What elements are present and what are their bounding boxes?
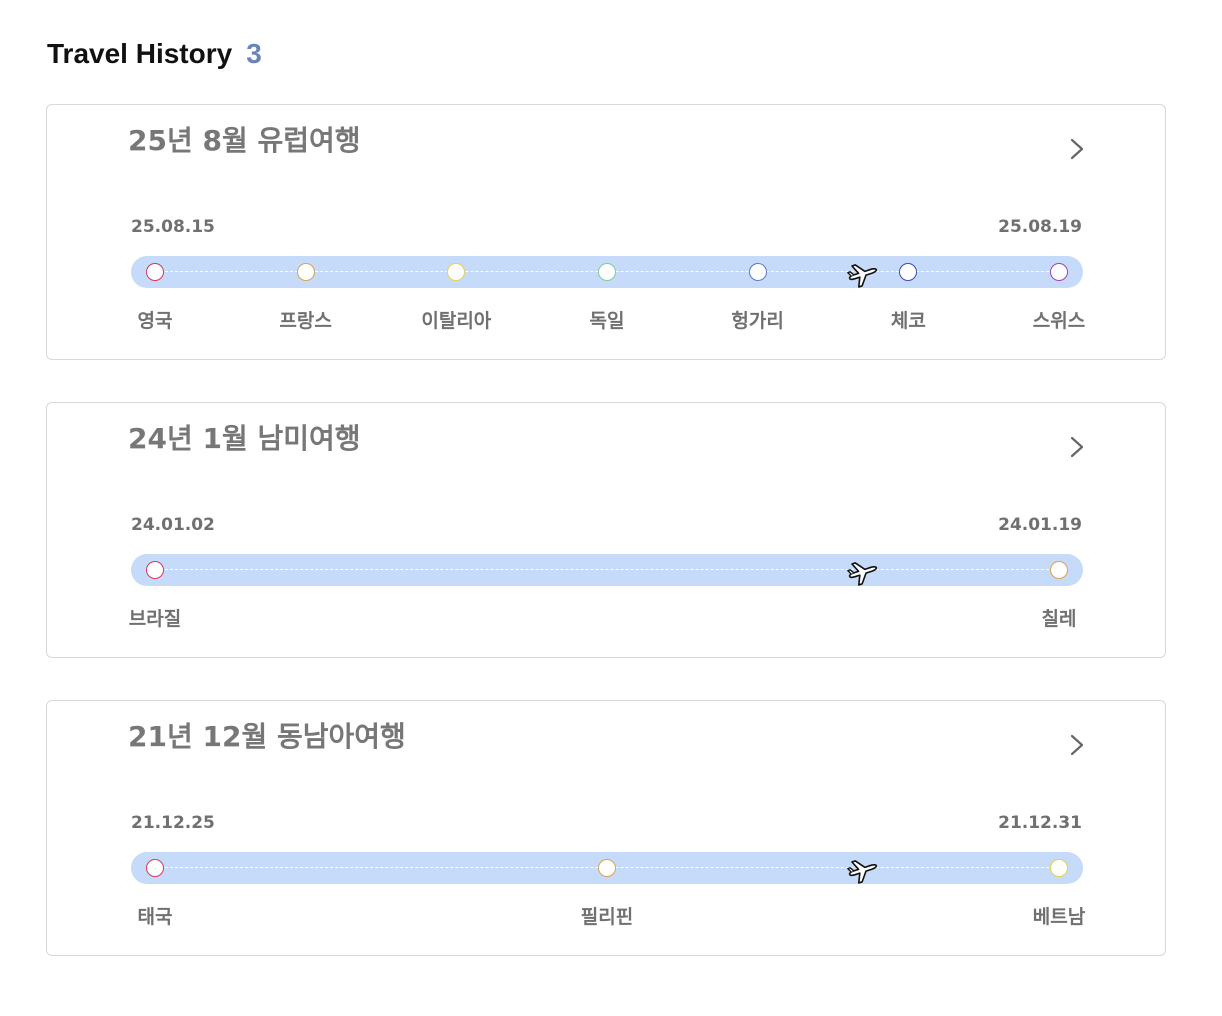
route-stop-city: 브라질	[128, 608, 182, 630]
airplane-icon	[846, 557, 880, 587]
chevron-right-icon[interactable]	[1063, 135, 1091, 163]
route-stop-city: 베트남	[1032, 906, 1086, 928]
route-stop-marker	[598, 859, 616, 877]
trip-title: 25년 8월 유럽여행	[128, 124, 361, 157]
trip-route-track	[131, 554, 1083, 586]
route-stop-city: 체코	[890, 310, 926, 332]
route-stop-city: 영국	[137, 310, 173, 332]
page-header: Travel History 3	[47, 38, 262, 74]
trip-title: 21년 12월 동남아여행	[128, 720, 406, 753]
trip-start-date: 25.08.15	[131, 217, 215, 237]
route-stop-marker	[1050, 561, 1068, 579]
route-stop-city: 태국	[137, 906, 173, 928]
trip-start-date: 24.01.02	[131, 515, 215, 535]
trip-card[interactable]: 21년 12월 동남아여행 21.12.25 21.12.31 태국 필리핀 베트남	[46, 700, 1166, 956]
route-stop-marker	[146, 859, 164, 877]
route-stop-marker	[598, 263, 616, 281]
route-stop-city: 칠레	[1041, 608, 1077, 630]
route-stop-marker	[1050, 263, 1068, 281]
trip-end-date: 24.01.19	[998, 515, 1082, 535]
route-stop-city: 스위스	[1032, 310, 1086, 332]
route-stop-marker	[146, 561, 164, 579]
route-stop-city: 독일	[589, 310, 625, 332]
trip-route-track	[131, 256, 1083, 288]
trip-end-date: 21.12.31	[998, 813, 1082, 833]
route-stop-marker	[296, 263, 315, 281]
route-stop-marker	[447, 263, 466, 281]
route-stop-city: 이탈리아	[421, 310, 492, 332]
trip-end-date: 25.08.19	[998, 217, 1082, 237]
route-stop-marker	[1050, 859, 1068, 877]
trip-card[interactable]: 24년 1월 남미여행 24.01.02 24.01.19 브라질 칠레	[46, 402, 1166, 658]
page-title: Travel History	[47, 38, 233, 69]
route-stop-city: 필리핀	[580, 906, 634, 928]
route-stop-marker	[899, 263, 918, 281]
route-stop-marker	[748, 263, 767, 281]
route-stop-marker	[146, 263, 164, 281]
airplane-icon	[846, 855, 880, 885]
chevron-right-icon[interactable]	[1063, 731, 1091, 759]
trip-count: 3	[246, 38, 262, 69]
trip-title: 24년 1월 남미여행	[128, 422, 361, 455]
route-stop-city: 프랑스	[279, 310, 332, 332]
route-dashed-line	[155, 569, 1059, 570]
trip-card[interactable]: 25년 8월 유럽여행 25.08.15 25.08.19 영국 프랑스 이탈리아 독일 헝가…	[46, 104, 1166, 360]
route-stop-city: 헝가리	[731, 310, 784, 332]
chevron-right-icon[interactable]	[1063, 433, 1091, 461]
trip-start-date: 21.12.25	[131, 813, 215, 833]
trip-route-track	[131, 852, 1083, 884]
airplane-icon	[846, 259, 880, 289]
